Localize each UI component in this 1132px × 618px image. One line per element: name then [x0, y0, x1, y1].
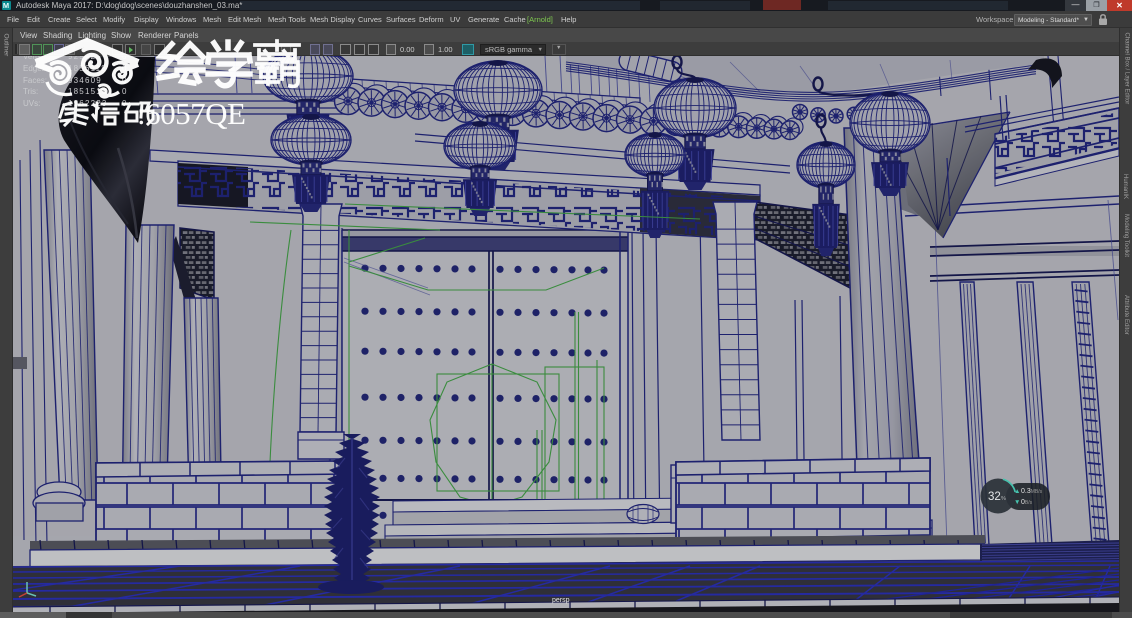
- svg-text:32: 32: [988, 491, 1001, 503]
- svg-text:▼: ▼: [1014, 499, 1020, 506]
- svg-text::6057QE: :6057QE: [137, 96, 245, 131]
- svg-text:0B/s: 0B/s: [1021, 499, 1033, 506]
- svg-text:0.3MB/s: 0.3MB/s: [1021, 488, 1043, 495]
- svg-text:%: %: [1001, 496, 1006, 502]
- svg-text:▲: ▲: [1014, 488, 1020, 495]
